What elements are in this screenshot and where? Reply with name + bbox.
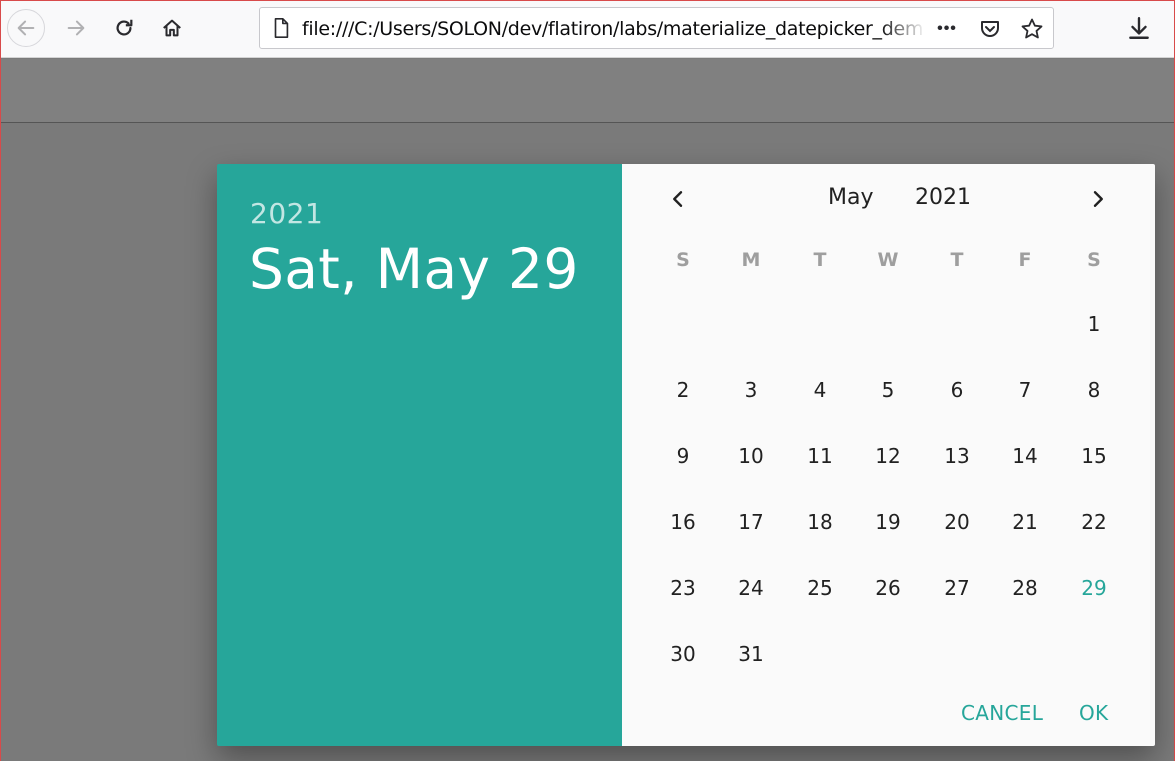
day-cell[interactable]: 24 xyxy=(731,573,771,603)
day-cell[interactable]: 3 xyxy=(731,375,771,405)
downloads-button[interactable] xyxy=(1126,15,1152,41)
weekday-header: M xyxy=(741,249,761,271)
forward-button[interactable] xyxy=(57,9,95,47)
url-text[interactable]: file:///C:/Users/SOLON/dev/flatiron/labs… xyxy=(302,18,924,40)
download-icon xyxy=(1129,17,1149,39)
selected-date: Sat, May 29 xyxy=(249,237,579,301)
weekday-header: S xyxy=(1087,249,1101,271)
day-cell[interactable]: 27 xyxy=(937,573,977,603)
weekday-header: F xyxy=(1018,249,1032,271)
weekday-header: T xyxy=(813,249,827,271)
home-button[interactable] xyxy=(153,9,191,47)
day-cell[interactable]: 14 xyxy=(1005,441,1045,471)
chevron-right-icon xyxy=(1093,191,1103,207)
reload-button[interactable] xyxy=(105,9,143,47)
month-select[interactable]: May xyxy=(828,185,873,210)
day-cell[interactable]: 4 xyxy=(800,375,840,405)
day-cell[interactable]: 8 xyxy=(1074,375,1114,405)
day-cell[interactable]: 6 xyxy=(937,375,977,405)
back-button[interactable] xyxy=(7,9,45,47)
day-cell-selected[interactable]: 29 xyxy=(1074,573,1114,603)
datepicker-modal: 2021 Sat, May 29 May 2021 CANCEL OK SMTW… xyxy=(217,164,1155,746)
page-icon xyxy=(274,18,289,38)
weekday-header: T xyxy=(950,249,964,271)
next-month-button[interactable] xyxy=(1080,181,1116,217)
date-display-panel: 2021 Sat, May 29 xyxy=(217,164,622,746)
day-cell[interactable]: 31 xyxy=(731,639,771,669)
day-cell[interactable]: 5 xyxy=(868,375,908,405)
page-actions-button[interactable]: ••• xyxy=(935,17,959,41)
day-cell[interactable]: 9 xyxy=(663,441,703,471)
ok-button[interactable]: OK xyxy=(1079,701,1108,725)
day-cell[interactable]: 30 xyxy=(663,639,703,669)
day-cell[interactable]: 7 xyxy=(1005,375,1045,405)
day-cell[interactable]: 18 xyxy=(800,507,840,537)
day-cell[interactable]: 28 xyxy=(1005,573,1045,603)
page-navbar xyxy=(1,59,1174,123)
day-cell[interactable]: 22 xyxy=(1074,507,1114,537)
cancel-button[interactable]: CANCEL xyxy=(961,701,1043,725)
star-icon xyxy=(1021,18,1043,39)
day-cell[interactable]: 16 xyxy=(663,507,703,537)
bookmark-button[interactable] xyxy=(1020,17,1044,41)
day-cell[interactable]: 11 xyxy=(800,441,840,471)
ellipsis-icon: ••• xyxy=(937,20,957,37)
url-bar[interactable]: file:///C:/Users/SOLON/dev/flatiron/labs… xyxy=(259,7,1054,49)
day-cell[interactable]: 23 xyxy=(663,573,703,603)
day-cell[interactable]: 10 xyxy=(731,441,771,471)
day-cell[interactable]: 13 xyxy=(937,441,977,471)
calendar-panel: May 2021 CANCEL OK S M T W T F S 1 2 3 4 5 6 7 8 9 10 11 1… xyxy=(622,164,1155,746)
reload-icon xyxy=(116,19,133,36)
day-cell[interactable]: 25 xyxy=(800,573,840,603)
pocket-button[interactable] xyxy=(978,17,1002,41)
day-cell[interactable]: 17 xyxy=(731,507,771,537)
weekday-header: W xyxy=(877,249,899,271)
day-cell[interactable]: 15 xyxy=(1074,441,1114,471)
day-cell[interactable]: 2 xyxy=(663,375,703,405)
arrow-right-icon xyxy=(67,20,85,36)
day-cell[interactable]: 20 xyxy=(937,507,977,537)
previous-month-button[interactable] xyxy=(660,181,696,217)
browser-toolbar: file:///C:/Users/SOLON/dev/flatiron/labs… xyxy=(1,1,1174,58)
day-cell[interactable]: 19 xyxy=(868,507,908,537)
arrow-left-icon xyxy=(17,20,35,36)
home-icon xyxy=(163,19,181,37)
day-cell[interactable]: 1 xyxy=(1074,309,1114,339)
weekday-header: S xyxy=(676,249,690,271)
selected-year[interactable]: 2021 xyxy=(250,197,323,230)
day-cell[interactable]: 26 xyxy=(868,573,908,603)
day-cell[interactable]: 21 xyxy=(1005,507,1045,537)
pocket-icon xyxy=(981,21,999,37)
year-select[interactable]: 2021 xyxy=(915,185,971,210)
day-cell[interactable]: 12 xyxy=(868,441,908,471)
chevron-left-icon xyxy=(673,191,683,207)
url-fade xyxy=(880,12,926,44)
